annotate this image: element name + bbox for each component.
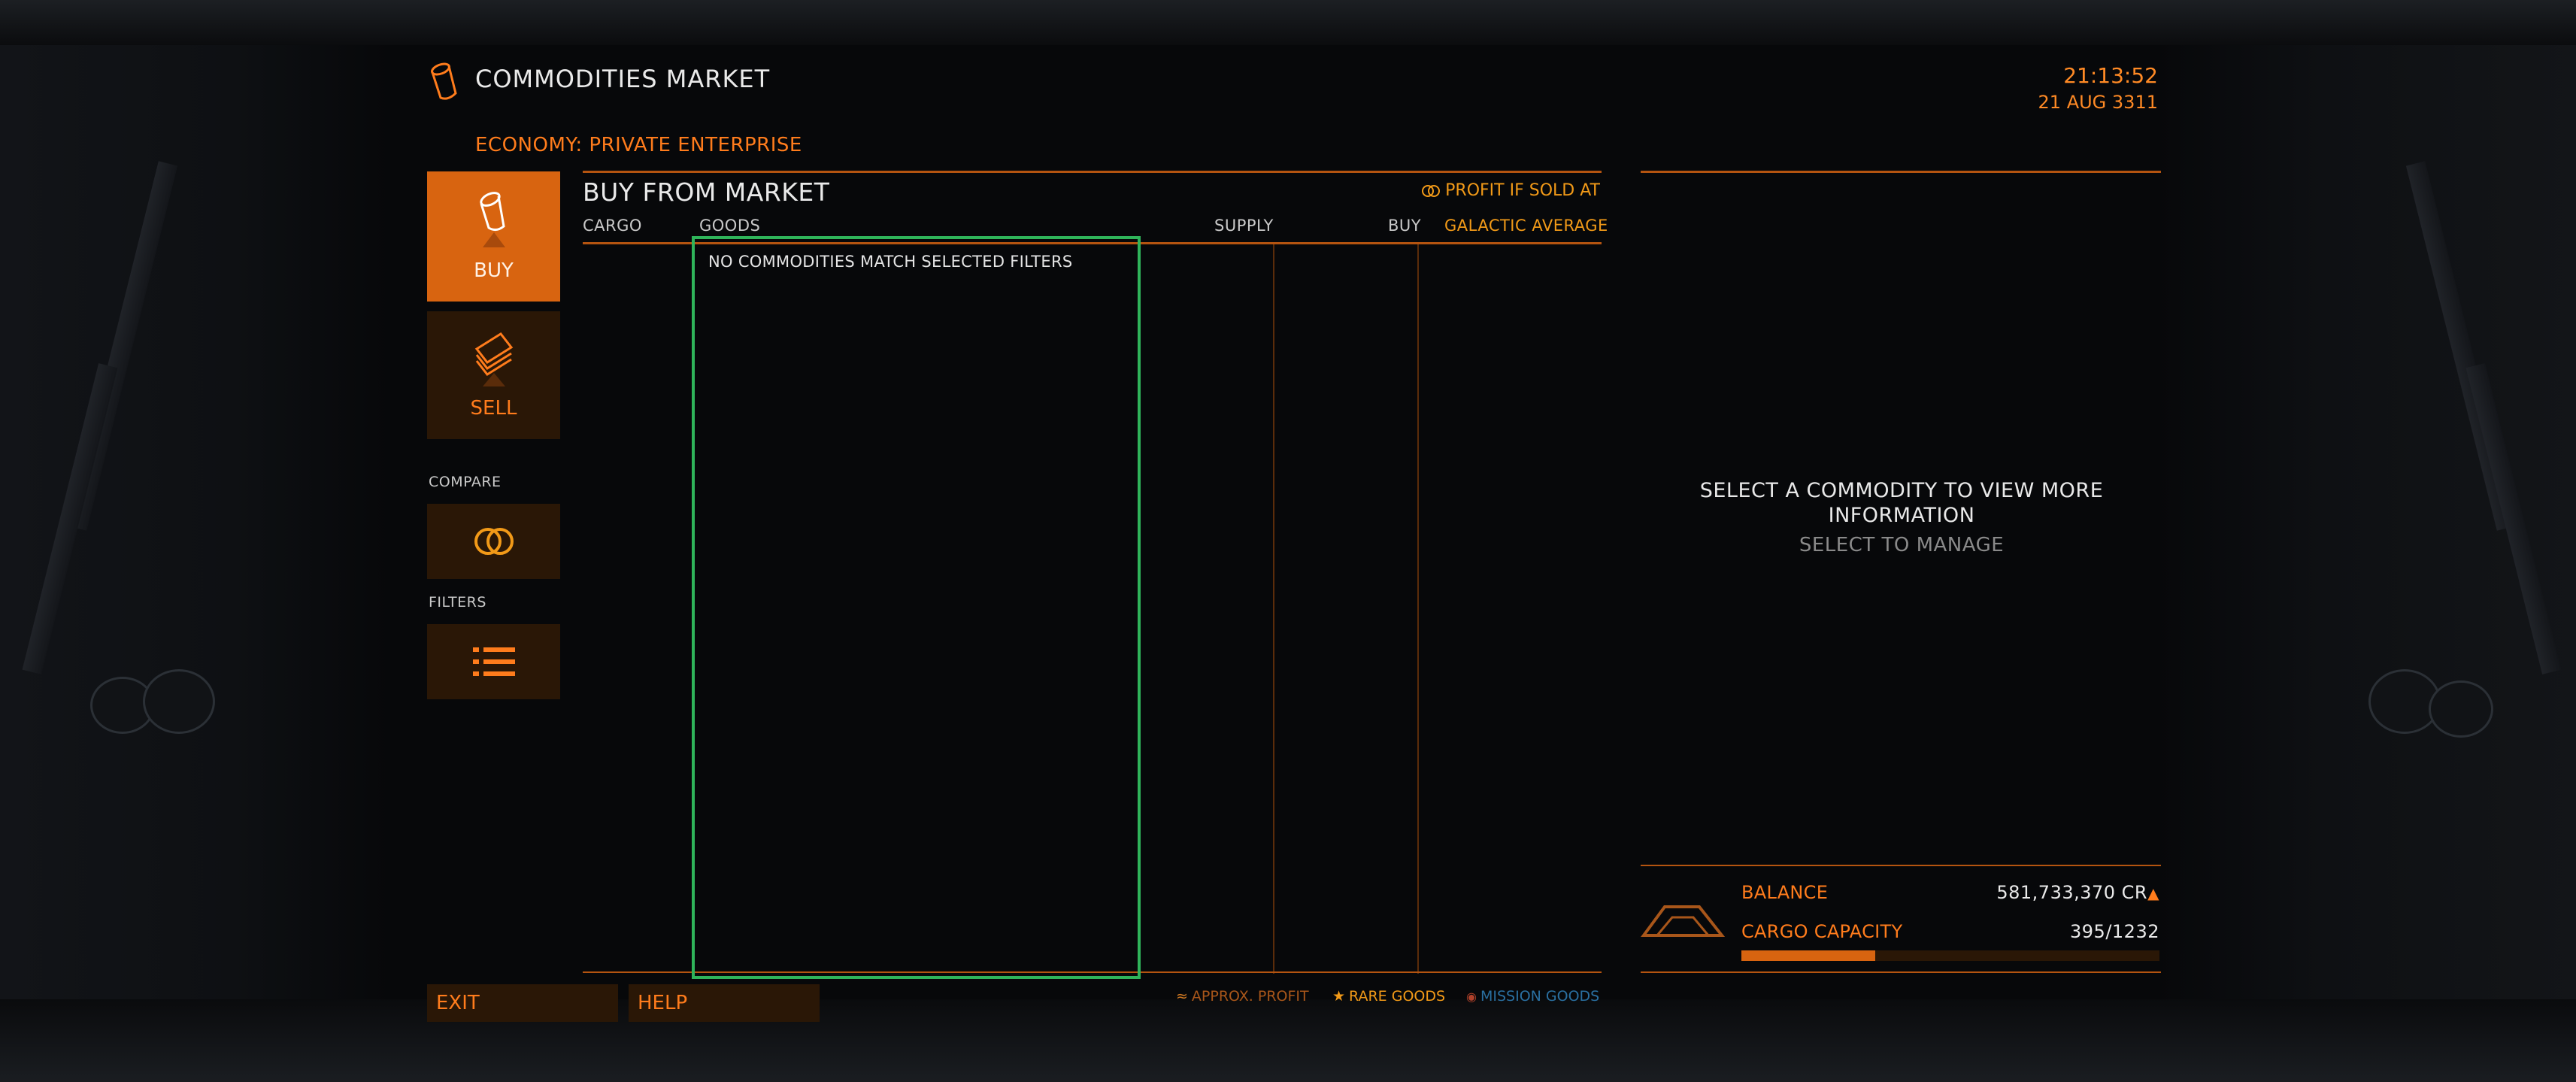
star-icon: ★ — [1332, 988, 1346, 1005]
sell-label: SELL — [470, 397, 517, 420]
sell-button[interactable]: SELL — [427, 311, 560, 439]
filters-label: FILTERS — [429, 594, 486, 611]
buy-label: BUY — [474, 259, 514, 282]
compare-button[interactable] — [427, 504, 560, 579]
cockpit-background — [0, 0, 2576, 1082]
legend-rare-goods-label: RARE GOODS — [1349, 988, 1446, 1005]
cargo-ship-icon — [1641, 905, 1725, 937]
sell-cash-icon — [474, 332, 513, 386]
left-cockpit-knob-2 — [143, 669, 215, 734]
select-to-manage-hint: SELECT TO MANAGE — [1799, 534, 2005, 556]
market-top-rule — [583, 171, 1602, 173]
profit-rings-icon — [1422, 184, 1441, 197]
stats-top-rule — [1641, 865, 2161, 866]
buy-column-divider — [1417, 244, 1419, 974]
stats-bottom-rule — [1641, 971, 2161, 973]
commodities-canister-icon — [431, 62, 457, 100]
exit-button[interactable]: EXIT — [427, 984, 618, 1022]
cockpit-top-frame — [0, 0, 2576, 45]
column-cargo[interactable]: CARGO — [583, 217, 642, 235]
column-supply[interactable]: SUPPLY — [1214, 217, 1274, 235]
cargo-capacity-label: CARGO CAPACITY — [1741, 921, 1903, 942]
clock-date: 21 AUG 3311 — [2038, 92, 2158, 113]
goods-list-highlight — [692, 236, 1141, 979]
market-title: BUY FROM MARKET — [583, 177, 830, 207]
compare-rings-icon — [474, 528, 514, 555]
cockpit-bottom-frame — [0, 999, 2576, 1082]
column-goods[interactable]: GOODS — [699, 217, 760, 235]
legend-approx-profit: ≈ APPROX. PROFIT — [1176, 988, 1309, 1005]
credits-icon: ▲ — [2147, 884, 2159, 902]
column-galactic-average[interactable]: GALACTIC AVERAGE — [1444, 217, 1608, 235]
economy-type: ECONOMY: PRIVATE ENTERPRISE — [475, 134, 802, 156]
balance-label: BALANCE — [1741, 882, 1829, 903]
cargo-capacity-value: 395/1232 — [2070, 921, 2159, 942]
clock-time: 21:13:52 — [2063, 63, 2158, 88]
profit-if-sold-toggle[interactable]: PROFIT IF SOLD AT — [1421, 181, 1600, 200]
list-icon — [472, 647, 515, 676]
buy-button[interactable]: BUY — [427, 171, 560, 302]
legend-rare-goods: ★ RARE GOODS — [1332, 988, 1445, 1005]
mission-icon: ◉ — [1466, 989, 1477, 1004]
right-cockpit-knob-2 — [2429, 680, 2493, 738]
select-commodity-prompt: SELECT A COMMODITY TO VIEW MORE INFORMAT… — [1699, 479, 2104, 527]
buy-canister-icon — [479, 192, 505, 247]
supply-column-divider — [1273, 244, 1274, 974]
profit-if-sold-label: PROFIT IF SOLD AT — [1445, 181, 1600, 200]
column-buy[interactable]: BUY — [1388, 217, 1421, 235]
compare-label: COMPARE — [429, 474, 502, 490]
page-title: COMMODITIES MARKET — [475, 65, 771, 93]
cargo-capacity-fill — [1741, 950, 1875, 961]
balance-value: 581,733,370 CR▲ — [1996, 882, 2159, 903]
legend-approx-profit-label: APPROX. PROFIT — [1191, 988, 1309, 1005]
balance-amount: 581,733,370 CR — [1996, 882, 2148, 903]
legend-mission-goods: ◉ MISSION GOODS — [1466, 988, 1599, 1005]
legend-mission-goods-label: MISSION GOODS — [1480, 988, 1600, 1005]
info-top-rule — [1641, 171, 2161, 173]
filters-button[interactable] — [427, 624, 560, 699]
help-button[interactable]: HELP — [629, 984, 820, 1022]
cargo-capacity-bar — [1741, 950, 2159, 961]
approx-symbol-icon: ≈ — [1176, 988, 1188, 1005]
